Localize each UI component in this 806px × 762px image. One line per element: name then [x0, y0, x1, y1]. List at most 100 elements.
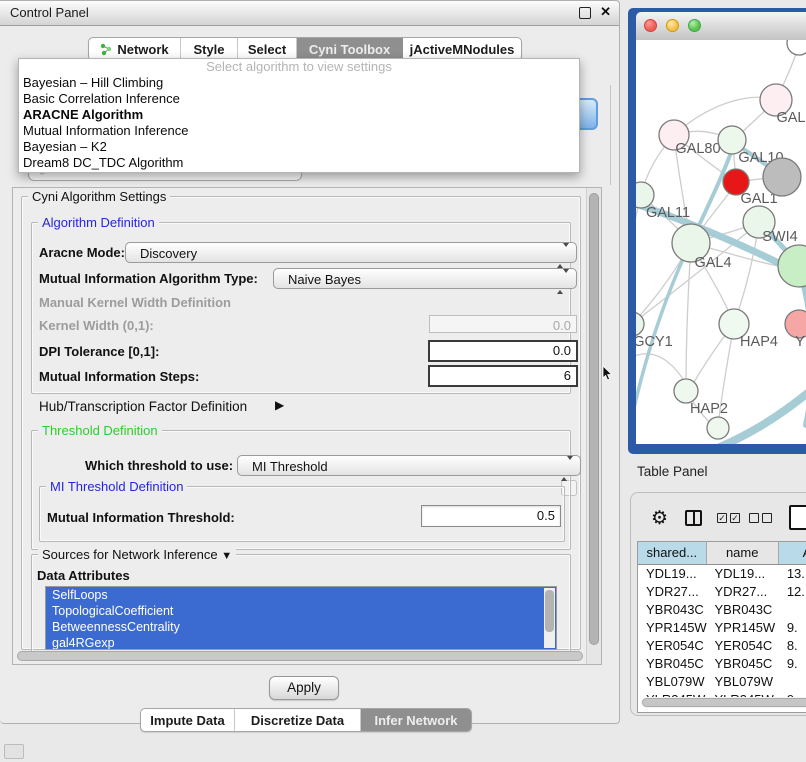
apply-button[interactable]: Apply: [269, 676, 339, 700]
close-traffic-light[interactable]: [644, 19, 657, 32]
unchecked-checkbox-icon[interactable]: [749, 513, 759, 523]
manual-kernel-label: Manual Kernel Width Definition: [39, 295, 231, 310]
aracne-mode-combobox[interactable]: Discovery: [125, 242, 577, 263]
algorithm-option[interactable]: Bayesian – Hill Climbing: [19, 75, 579, 91]
sources-collapse-icon[interactable]: ▼: [221, 550, 232, 562]
list-scrollbar-thumb[interactable]: [545, 590, 554, 632]
hub-expand-icon[interactable]: ▶: [275, 398, 284, 412]
mi-type-combobox[interactable]: Naive Bayes: [273, 268, 577, 289]
which-threshold-label: Which threshold to use:: [85, 458, 233, 473]
tab-select[interactable]: Select: [238, 38, 297, 60]
network-edge: [636, 195, 641, 322]
data-attributes-label: Data Attributes: [37, 568, 130, 583]
tab-discretize-data[interactable]: Discretize Data: [235, 709, 361, 731]
network-node[interactable]: [707, 417, 729, 439]
settings-vscrollbar-thumb[interactable]: [589, 193, 599, 645]
tab-cyni-toolbox[interactable]: Cyni Toolbox: [297, 38, 403, 60]
tab-network-label: Network: [117, 42, 168, 57]
tab-impute-data[interactable]: Impute Data: [141, 709, 235, 731]
column-header-partial[interactable]: A: [779, 542, 806, 564]
mi-threshold-label: Mutual Information Threshold:: [47, 510, 235, 525]
control-panel-titlebar: Control Panel ✕: [0, 1, 619, 26]
network-node-hap2[interactable]: [674, 379, 698, 403]
table-cell: YBR045C: [638, 655, 707, 673]
table-cell: [779, 601, 806, 619]
network-node-label: GCY1: [636, 334, 673, 350]
tab-style[interactable]: Style: [181, 38, 238, 60]
table-cell: YDL19...: [638, 565, 707, 583]
table-cell: YER054C: [638, 637, 707, 655]
network-canvas[interactable]: GALGAL80GAL10GAL1GAL11SWI4GAL4GCY1HAP4YH…: [636, 40, 806, 444]
combo-arrows-icon: [561, 460, 573, 478]
checked-checkbox-icon[interactable]: ✓: [730, 513, 740, 523]
columns-icon[interactable]: [685, 510, 702, 526]
dpi-tolerance-field[interactable]: 0.0: [428, 340, 578, 362]
table-row[interactable]: YBR045CYBR045C9.: [638, 655, 806, 673]
data-attributes-items: SelfLoopsTopologicalCoefficientBetweenne…: [46, 587, 556, 650]
threshold-definition-title: Threshold Definition: [38, 423, 162, 438]
tab-network[interactable]: Network: [89, 38, 181, 60]
kernel-width-label: Kernel Width (0,1):: [39, 318, 154, 333]
table-row[interactable]: YIL052CYIL052C9: [638, 709, 806, 713]
zoom-traffic-light[interactable]: [688, 19, 701, 32]
panel-corner-button[interactable]: [4, 744, 24, 759]
algorithm-option[interactable]: Basic Correlation Inference: [19, 91, 579, 107]
table-cell: YDL19...: [707, 565, 779, 583]
table-row[interactable]: YDR27...YDR27...12.: [638, 583, 806, 601]
unchecked-checkbox-icon[interactable]: [762, 513, 772, 523]
network-node-label: Y: [795, 334, 805, 350]
settings-hscrollbar-thumb[interactable]: [17, 651, 583, 661]
table-cell: 8.: [779, 637, 806, 655]
which-threshold-combobox[interactable]: MI Threshold: [237, 455, 581, 476]
data-attribute-item[interactable]: gal4RGexp: [46, 635, 556, 650]
algorithm-option[interactable]: Mutual Information Inference: [19, 123, 579, 139]
table-cell: YBL079W: [707, 673, 779, 691]
network-node-label: GAL4: [694, 255, 731, 271]
column-header-shared-name[interactable]: shared...: [638, 542, 707, 564]
algorithm-option[interactable]: Dream8 DC_TDC Algorithm: [19, 155, 579, 171]
which-threshold-value: MI Threshold: [252, 459, 328, 474]
screen: Control Panel ✕ Network Style Select Cyn…: [0, 0, 806, 762]
table-row[interactable]: YPR145WYPR145W9.: [638, 619, 806, 637]
minimize-traffic-light[interactable]: [666, 19, 679, 32]
algorithm-option[interactable]: ARACNE Algorithm: [19, 107, 579, 123]
network-window-titlebar[interactable]: [636, 12, 806, 41]
cyni-group-title: Cyni Algorithm Settings: [28, 189, 170, 204]
table-row[interactable]: YBL079WYBL079W: [638, 673, 806, 691]
tab-jactivemnodules[interactable]: jActiveMNodules: [403, 38, 521, 60]
data-attribute-item[interactable]: TopologicalCoefficient: [46, 603, 556, 619]
settings-scroll-area: Cyni Algorithm Settings Algorithm Defini…: [12, 187, 602, 665]
aracne-mode-label: Aracne Mode:: [39, 245, 125, 260]
dpi-tolerance-label: DPI Tolerance [0,1]:: [39, 344, 159, 359]
column-header-name[interactable]: name: [707, 542, 779, 564]
checked-checkbox-icon[interactable]: ✓: [717, 513, 727, 523]
table-row[interactable]: YBR043CYBR043C: [638, 601, 806, 619]
float-window-icon[interactable]: [579, 7, 591, 19]
document-icon[interactable]: [789, 505, 806, 530]
algorithm-option[interactable]: Bayesian – K2: [19, 139, 579, 155]
node-table: shared... name A YDL19...YDL19...13.YDR2…: [637, 541, 806, 713]
data-attribute-item[interactable]: SelfLoops: [46, 587, 556, 603]
network-node[interactable]: [787, 40, 806, 55]
data-attributes-list[interactable]: SelfLoopsTopologicalCoefficientBetweenne…: [45, 586, 557, 650]
network-node[interactable]: [763, 158, 801, 196]
table-row[interactable]: YER054CYER054C8.: [638, 637, 806, 655]
network-node[interactable]: [778, 245, 806, 287]
table-row[interactable]: YDL19...YDL19...13.: [638, 565, 806, 583]
algorithm-popup-options: Bayesian – Hill ClimbingBasic Correlatio…: [19, 75, 579, 171]
network-node-label: SWI4: [762, 229, 797, 245]
table-cell: YPR145W: [707, 619, 779, 637]
gear-icon[interactable]: ⚙: [651, 509, 668, 528]
tab-infer-network[interactable]: Infer Network: [361, 709, 471, 731]
mi-threshold-field[interactable]: 0.5: [421, 505, 561, 527]
combo-arrows-icon: [557, 273, 569, 291]
control-panel-window: Control Panel ✕ Network Style Select Cyn…: [0, 0, 620, 724]
table-cell: 9.: [779, 655, 806, 673]
mi-threshold-value: 0.5: [537, 508, 555, 523]
data-attribute-item[interactable]: BetweennessCentrality: [46, 619, 556, 635]
table-hscrollbar-thumb[interactable]: [642, 698, 806, 707]
close-icon[interactable]: ✕: [600, 4, 611, 20]
mi-type-value: Naive Bayes: [288, 272, 361, 287]
hub-section-label: Hub/Transcription Factor Definition: [39, 399, 247, 414]
mi-steps-field[interactable]: 6: [428, 365, 578, 387]
